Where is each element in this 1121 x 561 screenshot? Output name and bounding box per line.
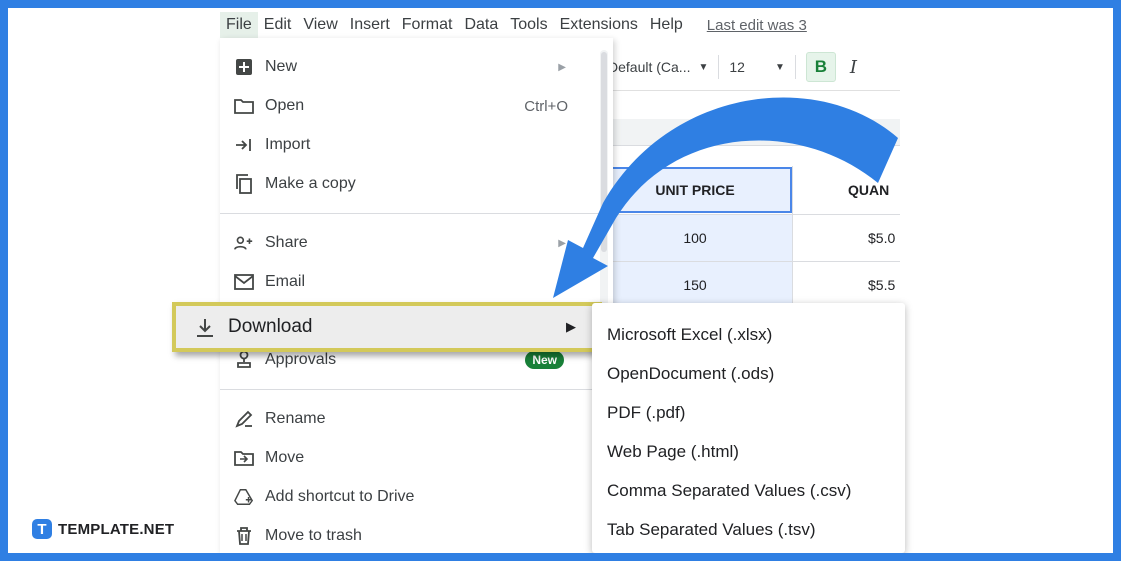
logo-text: TEMPLATE.NET bbox=[58, 520, 175, 538]
screenshot-frame: File Edit View Insert Format Data Tools … bbox=[8, 8, 1113, 553]
annotation-arrow-icon bbox=[553, 97, 898, 298]
logo-mark: T bbox=[32, 519, 52, 539]
template-net-logo: T TEMPLATE.NET bbox=[32, 519, 174, 539]
